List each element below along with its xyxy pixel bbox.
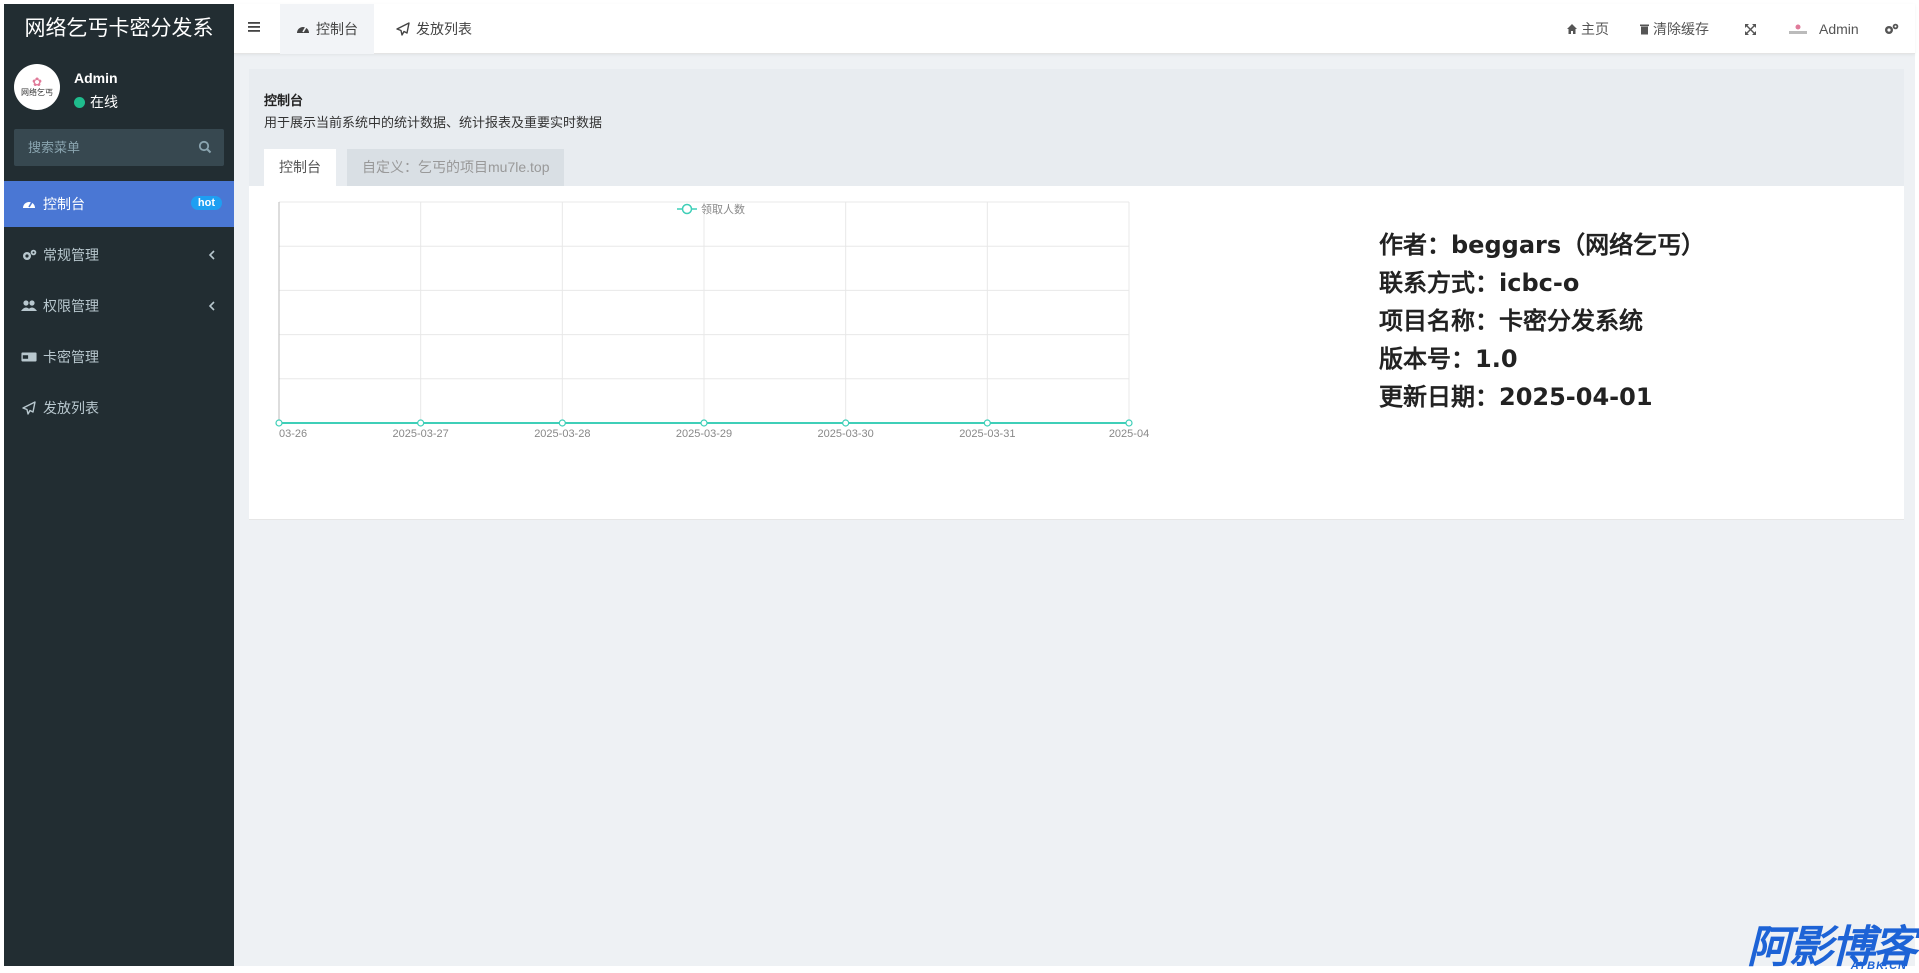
info-version: 版本号：1.0 [1379, 340, 1705, 378]
cogs-icon [1884, 23, 1899, 36]
search-icon[interactable] [198, 140, 212, 154]
chevron-left-icon [208, 249, 216, 261]
search-input[interactable] [14, 129, 194, 166]
flower-icon: ✿ [32, 76, 42, 88]
sidebar-menu: 控制台 hot 常规管理 权限管理 卡密管理 发放列表 [4, 181, 234, 436]
data-point [843, 420, 849, 426]
line-chart: 03-26 2025-03-27 2025-03-28 2025-03-29 2025-… [249, 186, 1349, 520]
data-point [276, 420, 282, 426]
watermark-url: AYBK.CN [1851, 960, 1907, 972]
hot-badge: hot [191, 196, 222, 210]
admin-avatar-icon [1787, 22, 1809, 36]
tab-label: 发放列表 [416, 19, 472, 39]
app-frame: 网络乞丐卡密分发系 ✿ 网络乞丐 Admin 在线 控制台 hot [4, 4, 1915, 966]
sidebar-item-label: 常规管理 [43, 245, 99, 265]
dashboard-icon [296, 23, 310, 35]
info-author: 作者：beggars（网络乞丐） [1379, 226, 1705, 264]
home-link[interactable]: 主页 [1566, 4, 1609, 54]
user-panel: ✿ 网络乞丐 Admin 在线 [4, 54, 234, 124]
x-tick-label: 2025-03-30 [818, 428, 874, 440]
x-tick-label: 2025-03-29 [676, 428, 732, 440]
page-description: 用于展示当前系统中的统计数据、统计报表及重要实时数据 [264, 112, 602, 131]
tab-custom[interactable]: 自定义：乞丐的项目mu7le.top [347, 149, 564, 186]
sidebar: 网络乞丐卡密分发系 ✿ 网络乞丐 Admin 在线 控制台 hot [4, 4, 234, 966]
content-header: 控制台 用于展示当前系统中的统计数据、统计报表及重要实时数据 控制台 自定义：乞… [249, 69, 1904, 186]
home-icon [1566, 23, 1578, 35]
app-logo-title[interactable]: 网络乞丐卡密分发系 [4, 4, 234, 54]
expand-icon [1744, 23, 1757, 36]
menu-toggle-icon[interactable] [247, 20, 261, 34]
project-info: 作者：beggars（网络乞丐） 联系方式：icbc-o 项目名称：卡密分发系统… [1379, 226, 1705, 416]
sidebar-item-label: 发放列表 [43, 398, 99, 418]
info-update-date: 更新日期：2025-04-01 [1379, 378, 1705, 416]
dashboard-panel: 03-26 2025-03-27 2025-03-28 2025-03-29 2025-… [249, 186, 1904, 520]
paper-plane-icon [21, 401, 37, 415]
trash-icon [1639, 23, 1650, 35]
top-navbar: 控制台 发放列表 主页 清除缓存 Admin [234, 4, 1915, 54]
tab-dashboard[interactable]: 控制台 [280, 4, 374, 54]
data-point [701, 420, 707, 426]
paper-plane-icon [396, 22, 410, 36]
settings-button[interactable] [1884, 4, 1899, 54]
sidebar-item-label: 卡密管理 [43, 347, 99, 367]
x-tick-label: 03-26 [279, 428, 307, 440]
fullscreen-button[interactable] [1744, 4, 1757, 54]
admin-label: Admin [1819, 21, 1859, 37]
watermark: 阿影博客 AYBK.CN [1747, 922, 1915, 972]
data-point [418, 420, 424, 426]
cogs-icon [21, 248, 37, 262]
users-icon [21, 299, 37, 313]
legend-marker [683, 205, 692, 214]
page-title: 控制台 [264, 90, 303, 109]
sidebar-search [14, 129, 224, 166]
admin-user-menu[interactable]: Admin [1787, 4, 1859, 54]
user-status: 在线 [74, 92, 118, 112]
x-tick-label: 2025-03-28 [534, 428, 590, 440]
sidebar-item-permissions[interactable]: 权限管理 [4, 283, 234, 329]
x-tick-label: 2025-04 [1109, 428, 1149, 440]
x-tick-label: 2025-03-27 [393, 428, 449, 440]
dashboard-icon [21, 197, 37, 211]
clear-cache-button[interactable]: 清除缓存 [1639, 4, 1709, 54]
data-point [984, 420, 990, 426]
sidebar-item-general[interactable]: 常规管理 [4, 232, 234, 278]
tab-distribution-list[interactable]: 发放列表 [380, 4, 488, 54]
clear-cache-label: 清除缓存 [1653, 19, 1709, 39]
legend-label: 领取人数 [701, 203, 745, 216]
data-point [1126, 420, 1132, 426]
home-label: 主页 [1581, 19, 1609, 39]
x-tick-label: 2025-03-31 [959, 428, 1015, 440]
avatar: ✿ 网络乞丐 [14, 64, 60, 110]
chevron-left-icon [208, 300, 216, 312]
sidebar-item-dashboard[interactable]: 控制台 hot [4, 181, 234, 227]
user-name: Admin [74, 70, 118, 86]
online-dot-icon [74, 97, 85, 108]
tab-label: 控制台 [316, 19, 358, 39]
data-point [559, 420, 565, 426]
sidebar-item-distribution[interactable]: 发放列表 [4, 385, 234, 431]
sidebar-item-cards[interactable]: 卡密管理 [4, 334, 234, 380]
info-project-name: 项目名称：卡密分发系统 [1379, 302, 1705, 340]
sidebar-item-label: 权限管理 [43, 296, 99, 316]
card-icon [21, 350, 37, 364]
tab-dashboard-content[interactable]: 控制台 [264, 149, 336, 186]
sidebar-item-label: 控制台 [43, 194, 85, 214]
user-status-label: 在线 [90, 92, 118, 112]
avatar-text: 网络乞丐 [21, 88, 53, 98]
info-contact: 联系方式：icbc-o [1379, 264, 1705, 302]
